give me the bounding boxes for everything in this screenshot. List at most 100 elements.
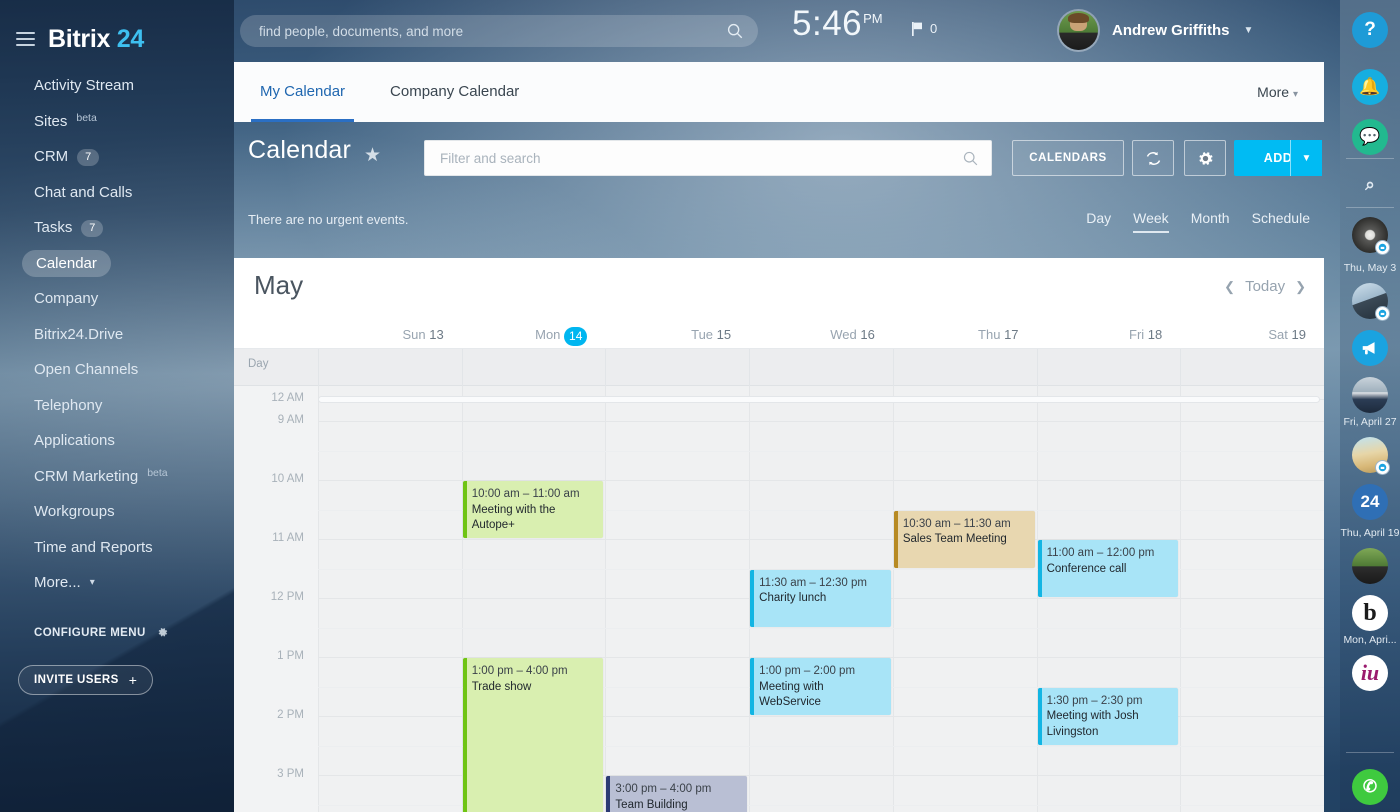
time-label: 10 AM [271, 473, 304, 485]
view-switcher: Day Week Month Schedule [1086, 210, 1310, 233]
sidebar-item-company[interactable]: Company [0, 281, 234, 317]
all-day-row[interactable]: Day [234, 349, 1324, 386]
view-day[interactable]: Day [1086, 210, 1111, 233]
calendar-event[interactable]: 11:30 am – 12:30 pm Charity lunch [750, 569, 891, 627]
day-header-fri[interactable]: Fri 18 [1037, 320, 1181, 349]
recent-item-beach[interactable] [1352, 437, 1390, 475]
user-menu[interactable]: Andrew Griffiths ▼ [1059, 11, 1253, 50]
recent-item-logo-iu[interactable]: iu [1352, 655, 1388, 691]
calendar-event[interactable]: 11:00 am – 12:00 pm Conference call [1037, 540, 1179, 597]
event-time: 10:30 am – 11:30 am [902, 517, 1011, 530]
search-icon[interactable]: ⌕ [1352, 167, 1388, 203]
today-button[interactable]: Today [1245, 278, 1285, 295]
settings-button[interactable] [1184, 140, 1226, 176]
sidebar-item-time-and-reports[interactable]: Time and Reports [0, 530, 234, 566]
configure-menu-button[interactable]: CONFIGURE MENU [0, 623, 234, 643]
refresh-icon [1146, 151, 1160, 165]
right-sidebar: ? 🔔 💬 ⌕ Thu, May 3 Fri, April 27 24 Thu, April … [1340, 0, 1400, 812]
event-color-bar [462, 658, 467, 812]
hamburger-menu-icon[interactable] [16, 32, 35, 46]
time-label: 2 PM [277, 709, 304, 721]
day-header-tue[interactable]: Tue 15 [605, 320, 749, 349]
sidebar-item-crm[interactable]: CRM 7 [0, 139, 234, 175]
day-header-dow: Thu [978, 327, 1001, 342]
sidebar-item-chat-and-calls[interactable]: Chat and Calls [0, 175, 234, 211]
sidebar-item-sites[interactable]: Sites beta [0, 104, 234, 140]
activity-badge-icon [1375, 460, 1390, 475]
sidebar-item-applications[interactable]: Applications [0, 423, 234, 459]
calendar-event[interactable]: 10:30 am – 11:30 am Sales Team Meeting [893, 510, 1035, 568]
event-time: 10:00 am – 11:00 am [471, 488, 580, 500]
help-icon[interactable]: ? [1352, 12, 1388, 48]
calendars-button[interactable]: CALENDARS [1012, 140, 1124, 176]
app-logo[interactable]: Bitrix 24 [48, 25, 144, 54]
day-header-mon[interactable]: Mon 14 [462, 320, 606, 349]
sidebar-nav: Activity Stream Sites beta CRM 7 Chat and Cal… [0, 68, 234, 601]
search-icon [963, 151, 978, 165]
beta-badge: beta [76, 111, 97, 124]
sidebar-item-telephony[interactable]: Telephony [0, 388, 234, 424]
sidebar-item-label: More... [34, 574, 81, 591]
day-header-sun[interactable]: Sun 13 [318, 320, 462, 349]
global-search[interactable] [240, 15, 758, 47]
recent-item-person-older[interactable] [1352, 377, 1388, 413]
calendar-event[interactable]: 10:00 am – 11:00 am Meeting with the Auto… [462, 481, 604, 538]
favorite-star-icon[interactable]: ★ [364, 144, 381, 167]
recent-item-person-young[interactable] [1352, 548, 1388, 584]
sidebar-item-bitrix24-drive[interactable]: Bitrix24.Drive [0, 317, 234, 353]
sidebar-item-tasks[interactable]: Tasks 7 [0, 210, 234, 246]
column-divider [892, 349, 894, 386]
view-week[interactable]: Week [1133, 210, 1169, 233]
tab-company-calendar[interactable]: Company Calendar [390, 62, 519, 122]
day-header-date: 17 [1004, 327, 1019, 342]
previous-period-icon[interactable]: ❮ [1224, 279, 1235, 295]
notifications-bell-icon[interactable]: 🔔 [1352, 69, 1388, 105]
sidebar-item-crm-marketing[interactable]: CRM Marketing beta [0, 459, 234, 495]
search-input[interactable] [259, 23, 726, 39]
gear-icon [158, 627, 167, 637]
add-dropdown-button[interactable]: ▼ [1290, 140, 1322, 176]
event-title: Sales Team Meeting [902, 533, 1007, 545]
day-header-thu[interactable]: Thu 17 [893, 320, 1037, 349]
column-divider [749, 349, 751, 386]
view-month[interactable]: Month [1191, 210, 1230, 233]
messenger-icon[interactable]: 💬 [1352, 119, 1388, 155]
next-period-icon[interactable]: ❯ [1295, 279, 1306, 295]
day-header-dow: Wed [830, 327, 857, 342]
calendar-event[interactable]: 1:00 pm – 4:00 pm Trade show [462, 658, 604, 812]
view-schedule[interactable]: Schedule [1252, 210, 1310, 233]
flag-counter[interactable]: 0 [912, 21, 937, 36]
recent-item-logo-b[interactable]: b [1352, 595, 1388, 631]
sidebar-item-calendar[interactable]: Calendar [0, 246, 234, 282]
phone-icon[interactable]: ✆ [1352, 769, 1388, 805]
recent-activity-date: Mon, Apri... [1343, 634, 1397, 646]
refresh-button[interactable] [1132, 140, 1174, 176]
user-name: Andrew Griffiths [1112, 22, 1230, 39]
sidebar-divider [1346, 752, 1394, 753]
day-header-sat[interactable]: Sat 19 [1180, 320, 1324, 349]
calendar-vertical-scrollbar[interactable] [318, 396, 1320, 403]
tabs-more-button[interactable]: More ▾ [1257, 84, 1298, 100]
tab-my-calendar[interactable]: My Calendar [250, 62, 355, 122]
sidebar-item-workgroups[interactable]: Workgroups [0, 494, 234, 530]
filter-search[interactable] [424, 140, 992, 176]
calendar-time-grid[interactable]: 9 AM10 AM11 AM12 PM1 PM2 PM3 PM4 PM12 AM… [234, 386, 1324, 812]
day-header-date: 18 [1147, 327, 1163, 342]
calendar-event[interactable]: 3:00 pm – 4:00 pm Team Building [606, 776, 748, 812]
calendar-event[interactable]: 1:30 pm – 2:30 pm Meeting with Josh Livin… [1037, 687, 1179, 745]
recent-item-bitrix24[interactable]: 24 [1352, 484, 1388, 520]
sidebar-item-label: Workgroups [34, 503, 115, 520]
sidebar-item-more[interactable]: More... ▾ [0, 565, 234, 601]
day-header-wed[interactable]: Wed 16 [749, 320, 893, 349]
sidebar-item-activity-stream[interactable]: Activity Stream [0, 68, 234, 104]
logo-row: Bitrix 24 [0, 0, 234, 62]
invite-users-button[interactable]: INVITE USERS + [18, 664, 154, 695]
filter-input[interactable] [440, 150, 962, 166]
recent-item-team-photo[interactable] [1352, 217, 1390, 255]
sidebar-item-open-channels[interactable]: Open Channels [0, 352, 234, 388]
event-title: Meeting with WebService [759, 680, 824, 709]
calendar-event[interactable]: 1:00 pm – 2:00 pm Meeting with WebService [750, 658, 891, 715]
recent-item-announcement[interactable] [1352, 330, 1388, 366]
event-title: Conference call [1046, 562, 1127, 575]
recent-item-presentation[interactable] [1352, 283, 1390, 321]
